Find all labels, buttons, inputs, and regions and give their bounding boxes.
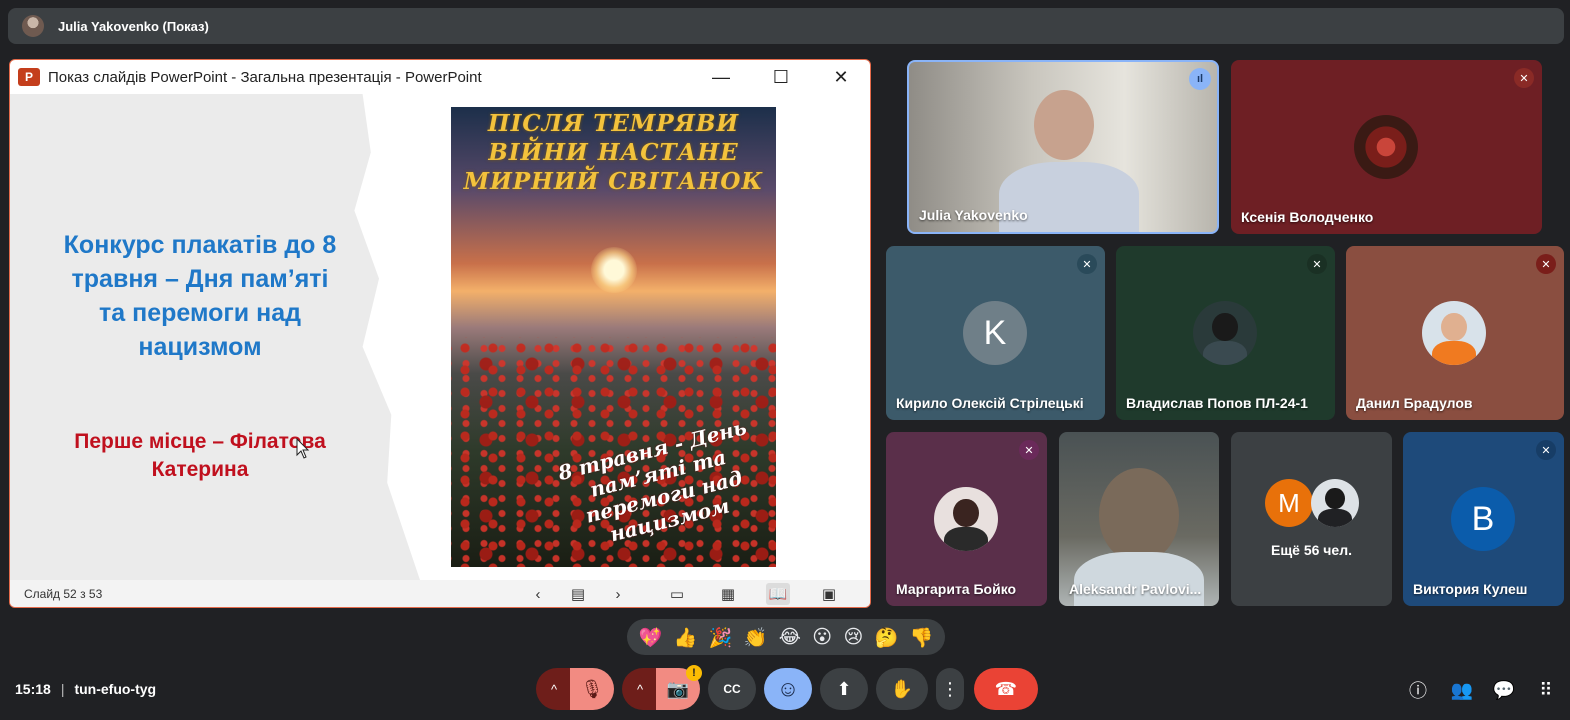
mic-off-icon: ✕ (1077, 254, 1097, 274)
audio-options-button[interactable]: ^ (536, 668, 572, 710)
notes-icon[interactable]: ▤ (566, 583, 590, 605)
heart-reaction-icon[interactable]: 💖 (639, 626, 663, 649)
participant-tile[interactable]: Aleksandr Pavlovi... (1059, 432, 1219, 606)
sad-reaction-icon[interactable]: 😢 (843, 626, 863, 648)
participant-tile[interactable]: B ✕ Виктория Кулеш (1403, 432, 1564, 606)
maximize-icon[interactable]: ☐ (770, 66, 792, 88)
powerpoint-window: P Показ слайдів PowerPoint - Загальна пр… (9, 59, 871, 608)
laugh-reaction-icon[interactable]: 😂 (779, 626, 801, 648)
thumbs-down-reaction-icon[interactable]: 👎 (910, 626, 934, 649)
minimize-icon[interactable]: — (710, 66, 732, 88)
participant-tile[interactable]: ıl Julia Yakovenko (907, 60, 1219, 234)
mic-off-icon: ✕ (1514, 68, 1534, 88)
people-icon[interactable]: 👥 (1450, 678, 1474, 702)
slide-sorter-icon[interactable]: ▦ (716, 583, 740, 605)
surprised-reaction-icon[interactable]: 😮 (812, 626, 832, 648)
participant-avatar: K (963, 301, 1027, 365)
participant-avatar (1354, 115, 1418, 179)
activities-icon[interactable]: ⠿ (1534, 678, 1558, 702)
participant-name: Ксенія Володченко (1241, 209, 1374, 225)
slideshow-icon[interactable]: ▣ (817, 583, 841, 605)
ppt-status-bar: Слайд 52 з 53 ‹ ▤ › ▭ ▦ 📖 ▣ (10, 580, 870, 607)
normal-view-icon[interactable]: ▭ (665, 583, 689, 605)
info-icon[interactable]: ⓘ (1406, 678, 1430, 702)
reactions-bar: 💖 👍 🎉 👏 😂 😮 😢 🤔 👎 (627, 619, 945, 655)
participant-name: Aleksandr Pavlovi... (1069, 581, 1202, 597)
mic-off-icon: ✕ (1307, 254, 1327, 274)
participant-avatar: B (1451, 487, 1515, 551)
video-options-button[interactable]: ^ (622, 668, 658, 710)
mic-off-button[interactable]: 🎙 (570, 668, 614, 710)
meeting-info-separator: | (60, 681, 65, 697)
speaking-indicator-icon: ıl (1189, 68, 1211, 90)
previous-slide-icon[interactable]: ‹ (526, 583, 550, 605)
participant-tile[interactable]: ✕ Данил Брадулов (1346, 246, 1564, 420)
video-face (1034, 90, 1094, 160)
poster-image: ПІСЛЯ ТЕМРЯВИ ВІЙНИ НАСТАНЕ МИРНИЙ СВІТА… (451, 107, 776, 567)
video-body (1074, 552, 1204, 606)
close-icon[interactable]: ✕ (830, 66, 852, 88)
leave-call-button[interactable]: ☎ (974, 668, 1038, 710)
warning-badge-icon: ! (686, 665, 702, 681)
participant-avatar (1311, 479, 1359, 527)
participant-name: Владислав Попов ПЛ-24-1 (1126, 395, 1308, 411)
more-vert-icon: ⋮ (941, 678, 959, 699)
participant-avatar (1193, 301, 1257, 365)
ppt-titlebar: P Показ слайдів PowerPoint - Загальна пр… (10, 60, 870, 94)
mouse-cursor-icon (296, 438, 310, 459)
captions-icon: CC (723, 682, 741, 696)
ppt-window-title: Показ слайдів PowerPoint - Загальна през… (48, 68, 482, 86)
raise-hand-button[interactable]: ✋ (876, 668, 928, 710)
presenter-avatar (22, 15, 44, 37)
participant-name: Julia Yakovenko (919, 207, 1028, 223)
present-button[interactable]: ⬆ (820, 668, 868, 710)
participant-name: Данил Брадулов (1356, 395, 1473, 411)
mic-off-icon: ✕ (1019, 440, 1039, 460)
poster-top-text: ПІСЛЯ ТЕМРЯВИ ВІЙНИ НАСТАНЕ МИРНИЙ СВІТА… (463, 110, 764, 195)
emoji-button[interactable]: ☺ (764, 668, 812, 710)
mic-off-icon: ✕ (1536, 440, 1556, 460)
hand-icon: ✋ (890, 678, 914, 699)
slide-heading: Конкурс плакатів до 8 травня – Дня пам’я… (63, 231, 337, 361)
participant-avatar: M (1265, 479, 1313, 527)
reading-view-icon[interactable]: 📖 (766, 583, 790, 605)
slide-canvas[interactable]: Конкурс плакатів до 8 травня – Дня пам’я… (10, 94, 870, 580)
present-icon: ⬆ (836, 678, 852, 699)
video-face (1099, 468, 1179, 563)
hangup-icon: ☎ (994, 678, 1018, 699)
presenter-bar: Julia Yakovenko (Показ) (8, 8, 1564, 44)
camera-off-icon: 📷 (666, 678, 690, 699)
poster-sun (591, 247, 637, 293)
meeting-time: 15:18 (15, 681, 51, 697)
participant-name: Кирило Олексій Стрілецькі (896, 395, 1084, 411)
participant-tile[interactable]: ✕ Ксенія Володченко (1231, 60, 1542, 234)
slide-winner-text: Перше місце – Філатова Катерина (74, 430, 326, 481)
meeting-info: 15:18 | tun-efuo-tyg (15, 681, 156, 697)
mic-off-icon: ✕ (1536, 254, 1556, 274)
participant-avatar (1422, 301, 1486, 365)
next-slide-icon[interactable]: › (606, 583, 630, 605)
participant-tile[interactable]: ✕ Маргарита Бойко (886, 432, 1047, 606)
participant-name: Виктория Кулеш (1413, 581, 1528, 597)
party-reaction-icon[interactable]: 🎉 (709, 626, 733, 649)
mic-off-icon: 🎙 (580, 678, 604, 699)
more-participants-label: Ещё 56 чел. (1271, 542, 1352, 558)
clap-reaction-icon[interactable]: 👏 (744, 626, 768, 649)
participant-name: Маргарита Бойко (896, 581, 1017, 597)
emoji-icon: ☺ (776, 676, 800, 701)
thumbs-up-reaction-icon[interactable]: 👍 (674, 626, 698, 649)
presenter-title: Julia Yakovenko (Показ) (58, 18, 209, 34)
participant-tile[interactable]: K ✕ Кирило Олексій Стрілецькі (886, 246, 1105, 420)
captions-button[interactable]: CC (708, 668, 756, 710)
chat-icon[interactable]: 💬 (1492, 678, 1516, 702)
participant-avatar (934, 487, 998, 551)
powerpoint-icon: P (18, 68, 40, 86)
more-options-button[interactable]: ⋮ (936, 668, 964, 710)
thinking-reaction-icon[interactable]: 🤔 (875, 626, 899, 649)
slide-counter: Слайд 52 з 53 (24, 587, 103, 601)
participant-tile[interactable]: ✕ Владислав Попов ПЛ-24-1 (1116, 246, 1335, 420)
more-participants-tile[interactable]: M Ещё 56 чел. (1231, 432, 1392, 606)
video-body (999, 162, 1139, 232)
meeting-code: tun-efuo-tyg (74, 681, 157, 697)
